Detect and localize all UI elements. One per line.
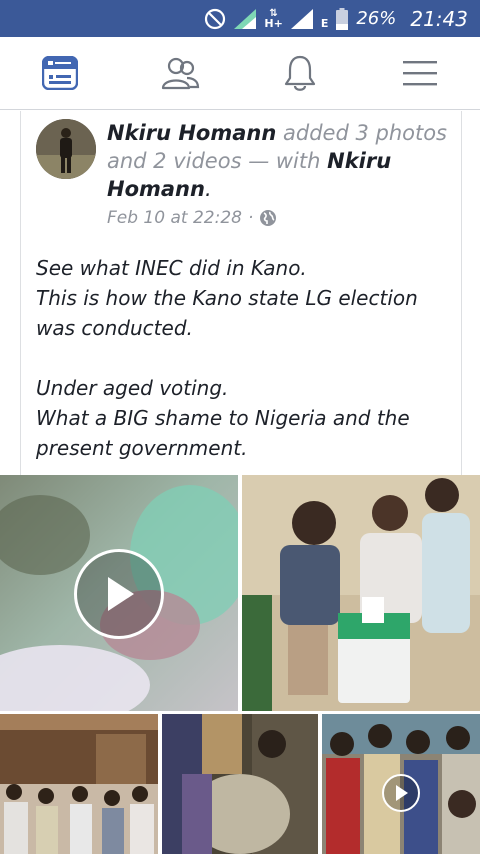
network-type-label: H+ (264, 16, 283, 30)
play-button[interactable] (74, 549, 164, 639)
battery-percent: 26% (356, 8, 397, 29)
nav-news-feed[interactable] (30, 43, 90, 103)
play-icon (108, 577, 134, 611)
clock: 21:43 (410, 6, 468, 31)
post-timestamp[interactable]: Feb 10 at 22:28 (107, 208, 242, 228)
post-card: Nkiru Homann added 3 photos and 2 videos… (20, 111, 462, 475)
data-activity-icon: ⇅ H+ (264, 7, 283, 30)
network-label: E (320, 17, 329, 30)
cell-signal-icon (290, 8, 313, 29)
wifi-signal-icon (234, 8, 257, 29)
top-navigation (0, 37, 480, 110)
post-meta: Feb 10 at 22:28 · (107, 208, 277, 228)
post-header: Nkiru Homann added 3 photos and 2 videos… (107, 119, 457, 203)
media-photo-1[interactable] (242, 475, 480, 711)
play-icon (396, 785, 408, 801)
avatar[interactable] (36, 119, 96, 179)
author-name[interactable]: Nkiru Homann (107, 121, 276, 145)
media-photo-2[interactable] (0, 714, 158, 854)
do-not-disturb-icon (204, 8, 226, 30)
news-feed-icon (42, 56, 78, 90)
status-bar: ⇅ H+ E 26% 21:43 (0, 0, 480, 37)
bell-icon (284, 55, 316, 91)
post-text: See what INEC did in Kano. This is how t… (36, 256, 418, 460)
nav-friends[interactable] (150, 43, 210, 103)
meta-separator: · (247, 208, 254, 228)
media-video-1[interactable] (0, 475, 238, 711)
nav-menu[interactable] (390, 43, 450, 103)
play-button[interactable] (382, 774, 420, 812)
battery-icon (336, 7, 349, 30)
media-video-2[interactable] (322, 714, 480, 854)
hamburger-menu-icon (403, 61, 437, 86)
header-period: . (204, 177, 212, 201)
nav-notifications[interactable] (270, 43, 330, 103)
media-photo-3[interactable] (162, 714, 318, 854)
globe-icon (260, 210, 277, 226)
friends-icon (161, 57, 200, 90)
